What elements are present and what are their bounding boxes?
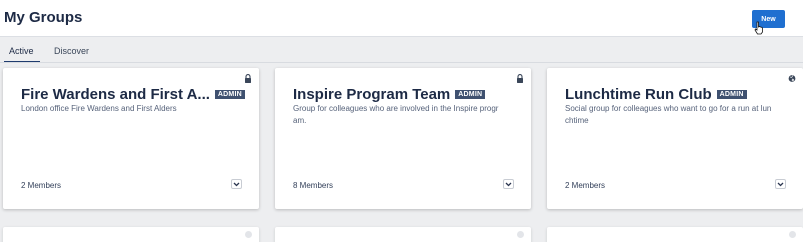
- expand-button[interactable]: [231, 179, 242, 189]
- group-card-partial[interactable]: [547, 227, 803, 242]
- chevron-down-icon: [777, 182, 784, 186]
- lock-icon: [517, 74, 523, 83]
- group-name[interactable]: Inspire Program Team: [293, 86, 450, 103]
- group-title-row: Lunchtime Run Club ADMIN: [565, 86, 747, 103]
- page-header: My Groups New: [0, 0, 803, 37]
- chevron-down-icon: [505, 182, 512, 186]
- group-card[interactable]: Inspire Program Team ADMIN Group for col…: [275, 68, 531, 209]
- lock-icon: [245, 74, 251, 83]
- group-card-partial[interactable]: [275, 227, 531, 242]
- member-count: 2 Members: [565, 181, 606, 190]
- tabs-divider: [0, 62, 803, 63]
- member-count: 8 Members: [293, 181, 334, 190]
- expand-button[interactable]: [775, 179, 786, 189]
- lock-icon: [245, 231, 252, 238]
- lock-icon: [517, 231, 524, 238]
- group-card[interactable]: Fire Wardens and First A... ADMIN London…: [3, 68, 259, 209]
- hand-cursor-icon: [754, 21, 763, 35]
- group-description: Social group for colleagues who want to …: [565, 104, 772, 125]
- admin-badge: ADMIN: [455, 90, 486, 99]
- admin-badge: ADMIN: [716, 90, 747, 99]
- chevron-down-icon: [233, 182, 240, 186]
- tab-active[interactable]: Active: [9, 46, 34, 56]
- globe-icon: [789, 231, 796, 238]
- tab-discover[interactable]: Discover: [54, 46, 89, 56]
- group-card-partial[interactable]: [3, 227, 259, 242]
- group-title-row: Inspire Program Team ADMIN: [293, 86, 486, 103]
- group-name[interactable]: Lunchtime Run Club: [565, 86, 712, 103]
- group-description: Group for colleagues who are involved in…: [293, 104, 499, 125]
- group-card[interactable]: Lunchtime Run Club ADMIN Social group fo…: [547, 68, 803, 209]
- group-description: London office Fire Wardens and First Ald…: [21, 104, 177, 113]
- member-count: 2 Members: [21, 181, 62, 190]
- globe-icon: [788, 75, 796, 82]
- admin-badge: ADMIN: [214, 90, 245, 99]
- group-title-row: Fire Wardens and First A... ADMIN: [21, 86, 245, 103]
- expand-button[interactable]: [503, 179, 514, 189]
- page-title: My Groups: [4, 9, 83, 26]
- group-name[interactable]: Fire Wardens and First A...: [21, 86, 210, 103]
